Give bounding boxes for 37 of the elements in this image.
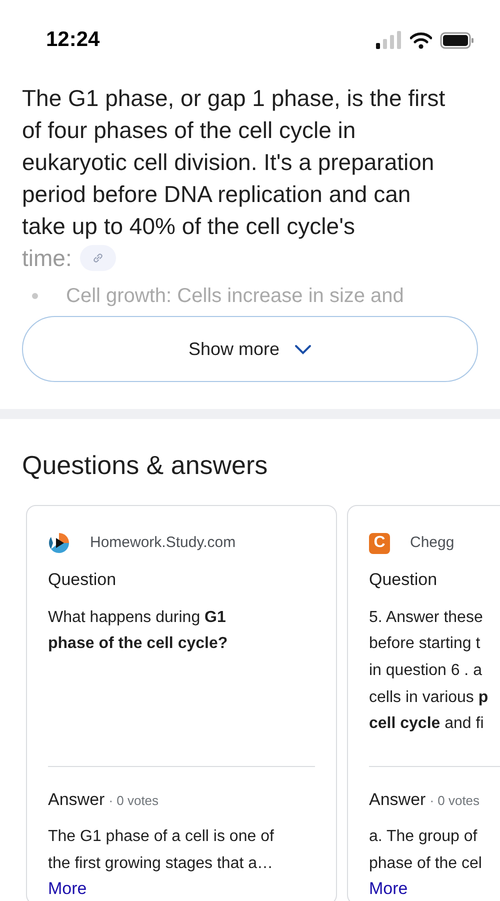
- vote-count: · 0 votes: [108, 792, 159, 810]
- question-text: phase of the cell cycle?: [48, 634, 229, 654]
- source-name: Chegg: [410, 532, 454, 553]
- wifi-icon: [410, 32, 432, 48]
- vote-count: · 0 votes: [430, 792, 480, 810]
- question-text: 5. Answer these: [369, 608, 484, 628]
- source-logo: C: [369, 532, 390, 554]
- answer-text: The G1 phase of a cell is one of: [48, 827, 275, 847]
- question-text: cells in various p: [369, 688, 490, 708]
- answer-label: Answer: [48, 788, 105, 810]
- overview-text: The G1 phase, or gap 1 phase, is the first of four phases of the cell cycle in eukaryotic cell division. It's a preparation period before DNA replication and can take up to 40% of the cell cycle's: [22, 84, 446, 241]
- play-logo-icon: [48, 532, 70, 554]
- faded-text: time:: [22, 244, 72, 273]
- question-label: Question: [369, 569, 438, 591]
- status-time: 12:24: [46, 27, 100, 54]
- more-link[interactable]: More: [369, 877, 408, 901]
- question-text: before starting t: [369, 634, 482, 654]
- link-icon: [92, 252, 104, 264]
- battery-icon: [440, 32, 474, 48]
- source-name: Homework.Study.com: [90, 532, 236, 553]
- faded-bullet-text: Cell growth: Cells increase in size and: [66, 284, 404, 309]
- qa-card[interactable]: Homework.Study.com Question What happens during G1 phase of the cell cycle? Answer · 0 votes The G1 phase of a cell is one of the first growing stages that a… More: [26, 505, 337, 901]
- more-link[interactable]: More: [48, 877, 87, 901]
- link-chip[interactable]: [80, 245, 116, 271]
- answer-text: the first growing stages that a…: [48, 854, 274, 874]
- answer-label: Answer: [369, 788, 426, 810]
- question-text: What happens during G1: [48, 608, 227, 628]
- answer-text: a. The group of: [369, 827, 478, 847]
- section-title: Questions & answers: [22, 449, 269, 482]
- signal-icon: [376, 31, 402, 49]
- qa-card[interactable]: C Chegg Question 5. Answer these before starting t in question 6 . a cells in various p cell cycle and fi Answer · 0 votes a. The group of phase of the cel More: [347, 505, 500, 901]
- question-text: in question 6 . a: [369, 660, 483, 681]
- chevron-down-icon: [294, 344, 312, 354]
- answer-text: phase of the cel: [369, 854, 483, 874]
- question-label: Question: [48, 569, 118, 591]
- question-text: cell cycle and fi: [369, 714, 485, 734]
- show-more-button[interactable]: Show more: [22, 316, 478, 382]
